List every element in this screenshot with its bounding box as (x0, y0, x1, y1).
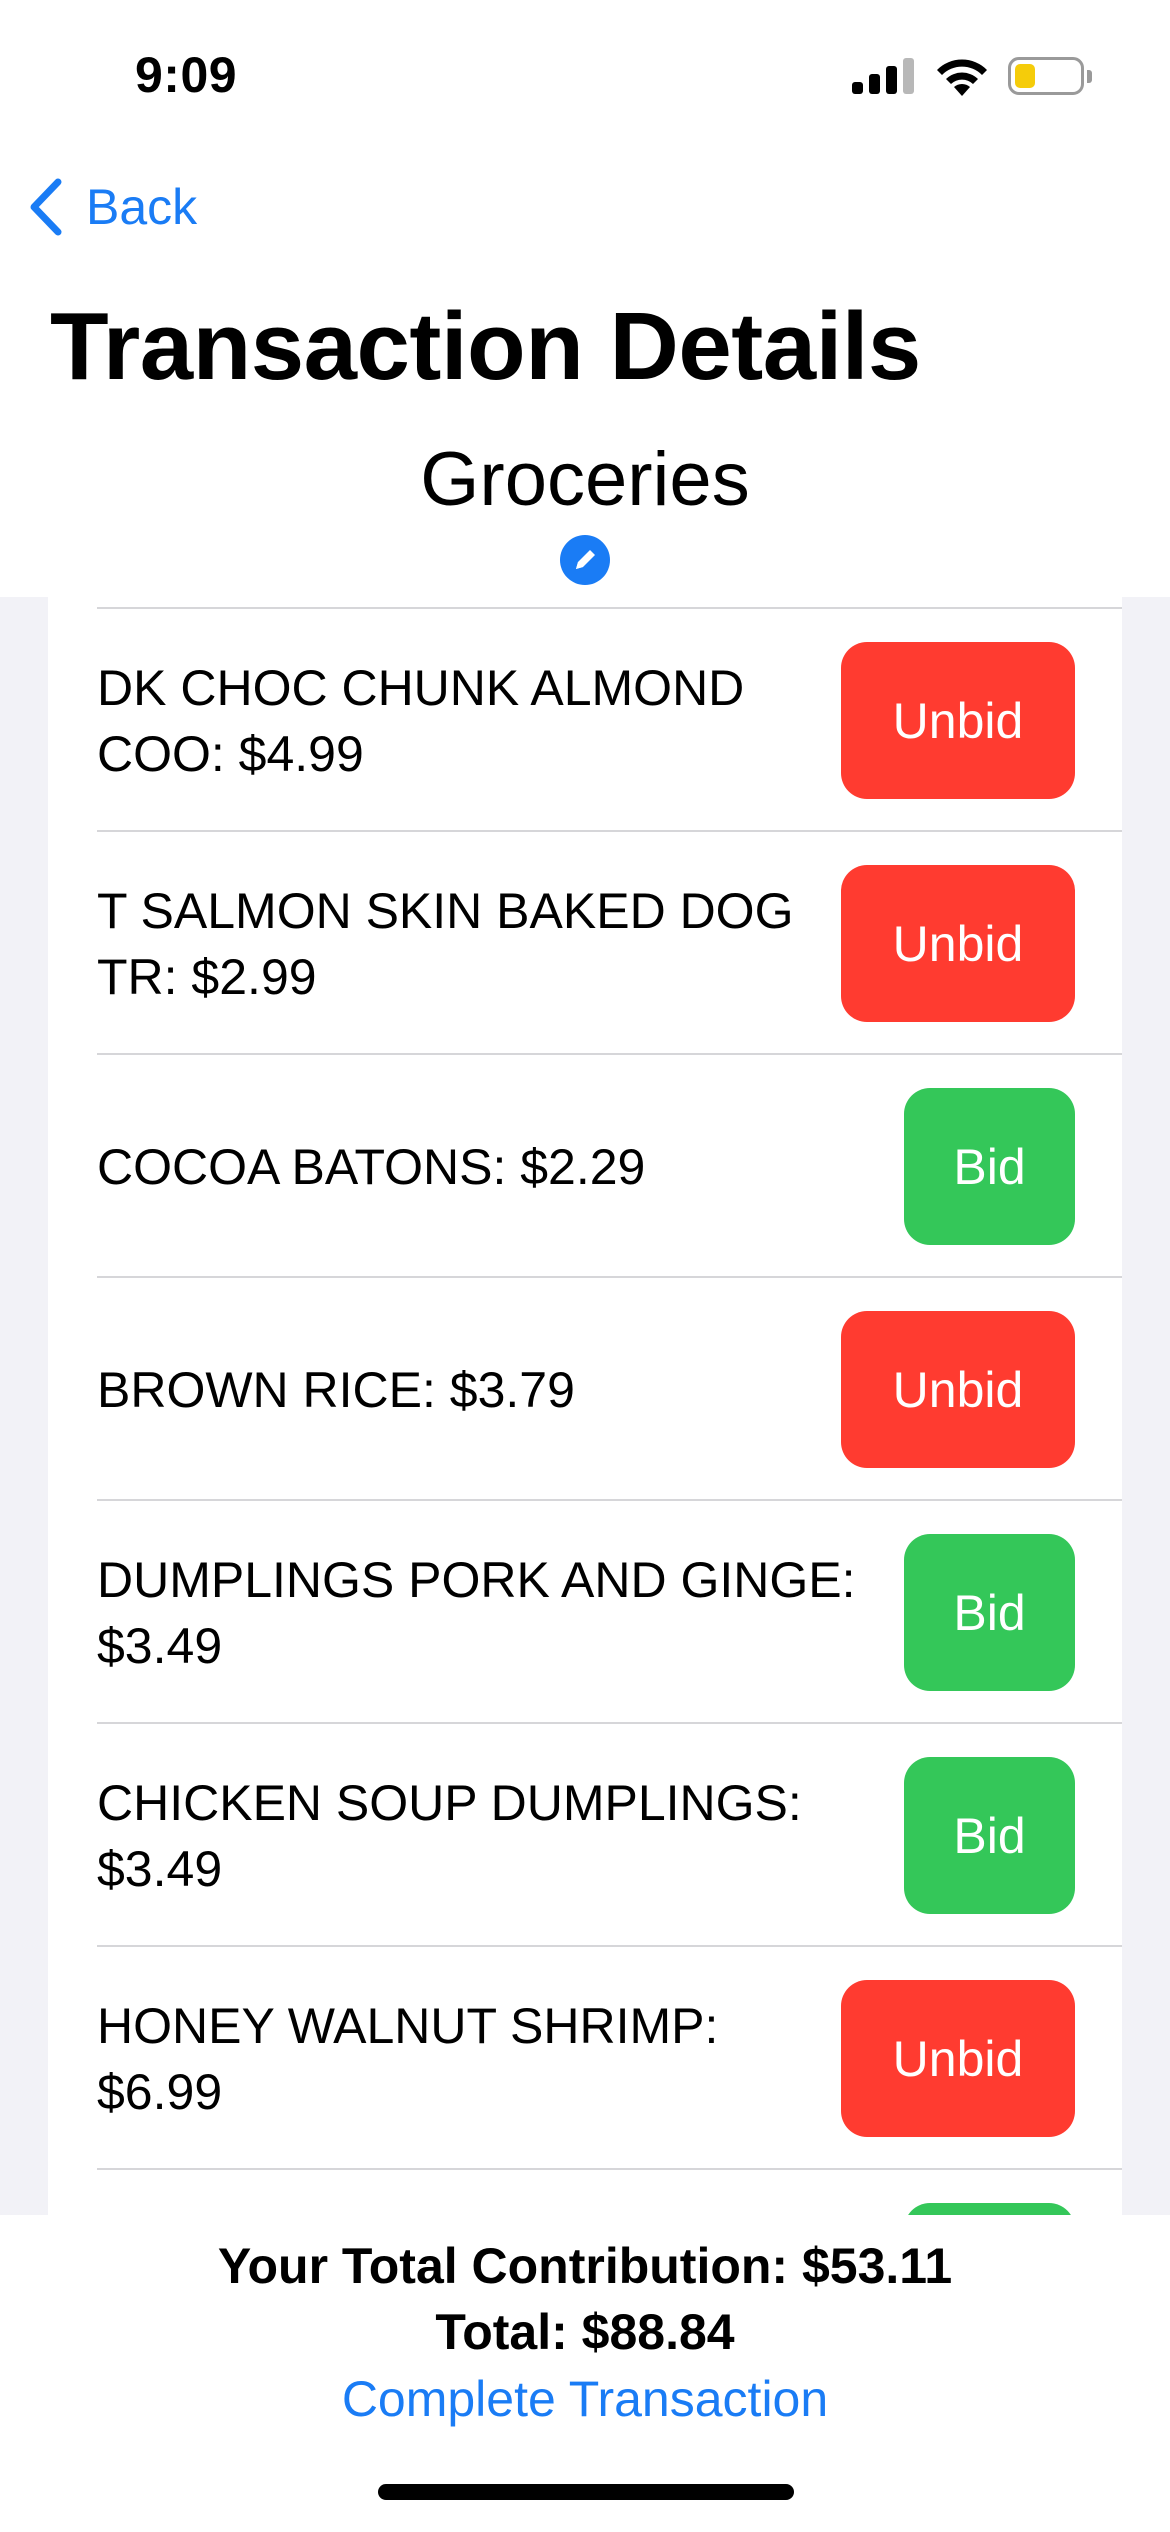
list-item: COCOA BATONS: $2.29 Bid (48, 1055, 1122, 1278)
item-line: $6.99 (97, 2063, 223, 2120)
list-item: DK CHOC CHUNK ALMOND COO: $4.99 Unbid (48, 609, 1122, 832)
list-item-partial (48, 2170, 1122, 2215)
item-line: HONEY WALNUT SHRIMP: (97, 1997, 719, 2054)
item-text: DUMPLINGS PORK AND GINGE: $3.49 (97, 1547, 857, 1679)
list-item: DUMPLINGS PORK AND GINGE: $3.49 Bid (48, 1501, 1122, 1724)
unbid-button[interactable]: Unbid (841, 642, 1075, 799)
list-item: CHICKEN SOUP DUMPLINGS: $3.49 Bid (48, 1724, 1122, 1947)
list-item: BROWN RICE: $3.79 Unbid (48, 1278, 1122, 1501)
bid-button[interactable]: Bid (904, 1088, 1075, 1245)
item-line: CHICKEN SOUP DUMPLINGS: (97, 1774, 802, 1831)
item-list: DK CHOC CHUNK ALMOND COO: $4.99 Unbid T … (48, 597, 1122, 2215)
item-line: $3.49 (97, 1617, 223, 1674)
pencil-icon (576, 550, 595, 569)
item-text: T SALMON SKIN BAKED DOG TR: $2.99 (97, 878, 857, 1010)
item-text: DK CHOC CHUNK ALMOND COO: $4.99 (97, 655, 857, 787)
unbid-button[interactable]: Unbid (841, 865, 1075, 1022)
page-title: Transaction Details (50, 293, 921, 400)
item-line: DUMPLINGS PORK AND GINGE: (97, 1551, 856, 1608)
item-line: T SALMON SKIN BAKED DOG (97, 882, 794, 939)
item-text: COCOA BATONS: $2.29 (97, 1134, 857, 1200)
edit-category-button[interactable] (560, 535, 610, 585)
chevron-left-icon (30, 178, 62, 236)
item-line: COO: $4.99 (97, 725, 364, 782)
home-indicator[interactable] (378, 2484, 794, 2500)
back-label: Back (86, 179, 198, 235)
item-line: BROWN RICE: $3.79 (97, 1361, 575, 1418)
unbid-button[interactable]: Unbid (841, 1311, 1075, 1468)
list-item: T SALMON SKIN BAKED DOG TR: $2.99 Unbid (48, 832, 1122, 1055)
item-line: TR: $2.99 (97, 948, 317, 1005)
battery-level (1015, 64, 1035, 88)
total-contribution: Your Total Contribution: $53.11 (217, 2238, 953, 2294)
screen: 9:09 Back Transaction Details Groceries (0, 0, 1170, 2532)
item-line: COCOA BATONS: $2.29 (97, 1138, 646, 1195)
item-line: $3.49 (97, 1840, 223, 1897)
wifi-icon (937, 59, 987, 96)
item-text: CHICKEN SOUP DUMPLINGS: $3.49 (97, 1770, 857, 1902)
item-text: HONEY WALNUT SHRIMP: $6.99 (97, 1993, 857, 2125)
status-time: 9:09 (135, 47, 238, 103)
bid-button[interactable]: Bid (904, 1534, 1075, 1691)
transaction-total: Total: $88.84 (435, 2304, 735, 2360)
battery-icon (1008, 57, 1084, 95)
back-button[interactable]: Back (26, 172, 197, 242)
bid-button-partial[interactable] (904, 2203, 1075, 2215)
status-bar: 9:09 (0, 0, 1170, 150)
item-line: DK CHOC CHUNK ALMOND (97, 659, 745, 716)
cellular-signal-icon (852, 58, 914, 94)
list-item: HONEY WALNUT SHRIMP: $6.99 Unbid (48, 1947, 1122, 2170)
item-text: BROWN RICE: $3.79 (97, 1357, 857, 1423)
battery-cap (1087, 70, 1092, 83)
bid-button[interactable]: Bid (904, 1757, 1075, 1914)
category-title: Groceries (420, 437, 750, 522)
complete-transaction-button[interactable]: Complete Transaction (0, 2370, 1170, 2428)
unbid-button[interactable]: Unbid (841, 1980, 1075, 2137)
